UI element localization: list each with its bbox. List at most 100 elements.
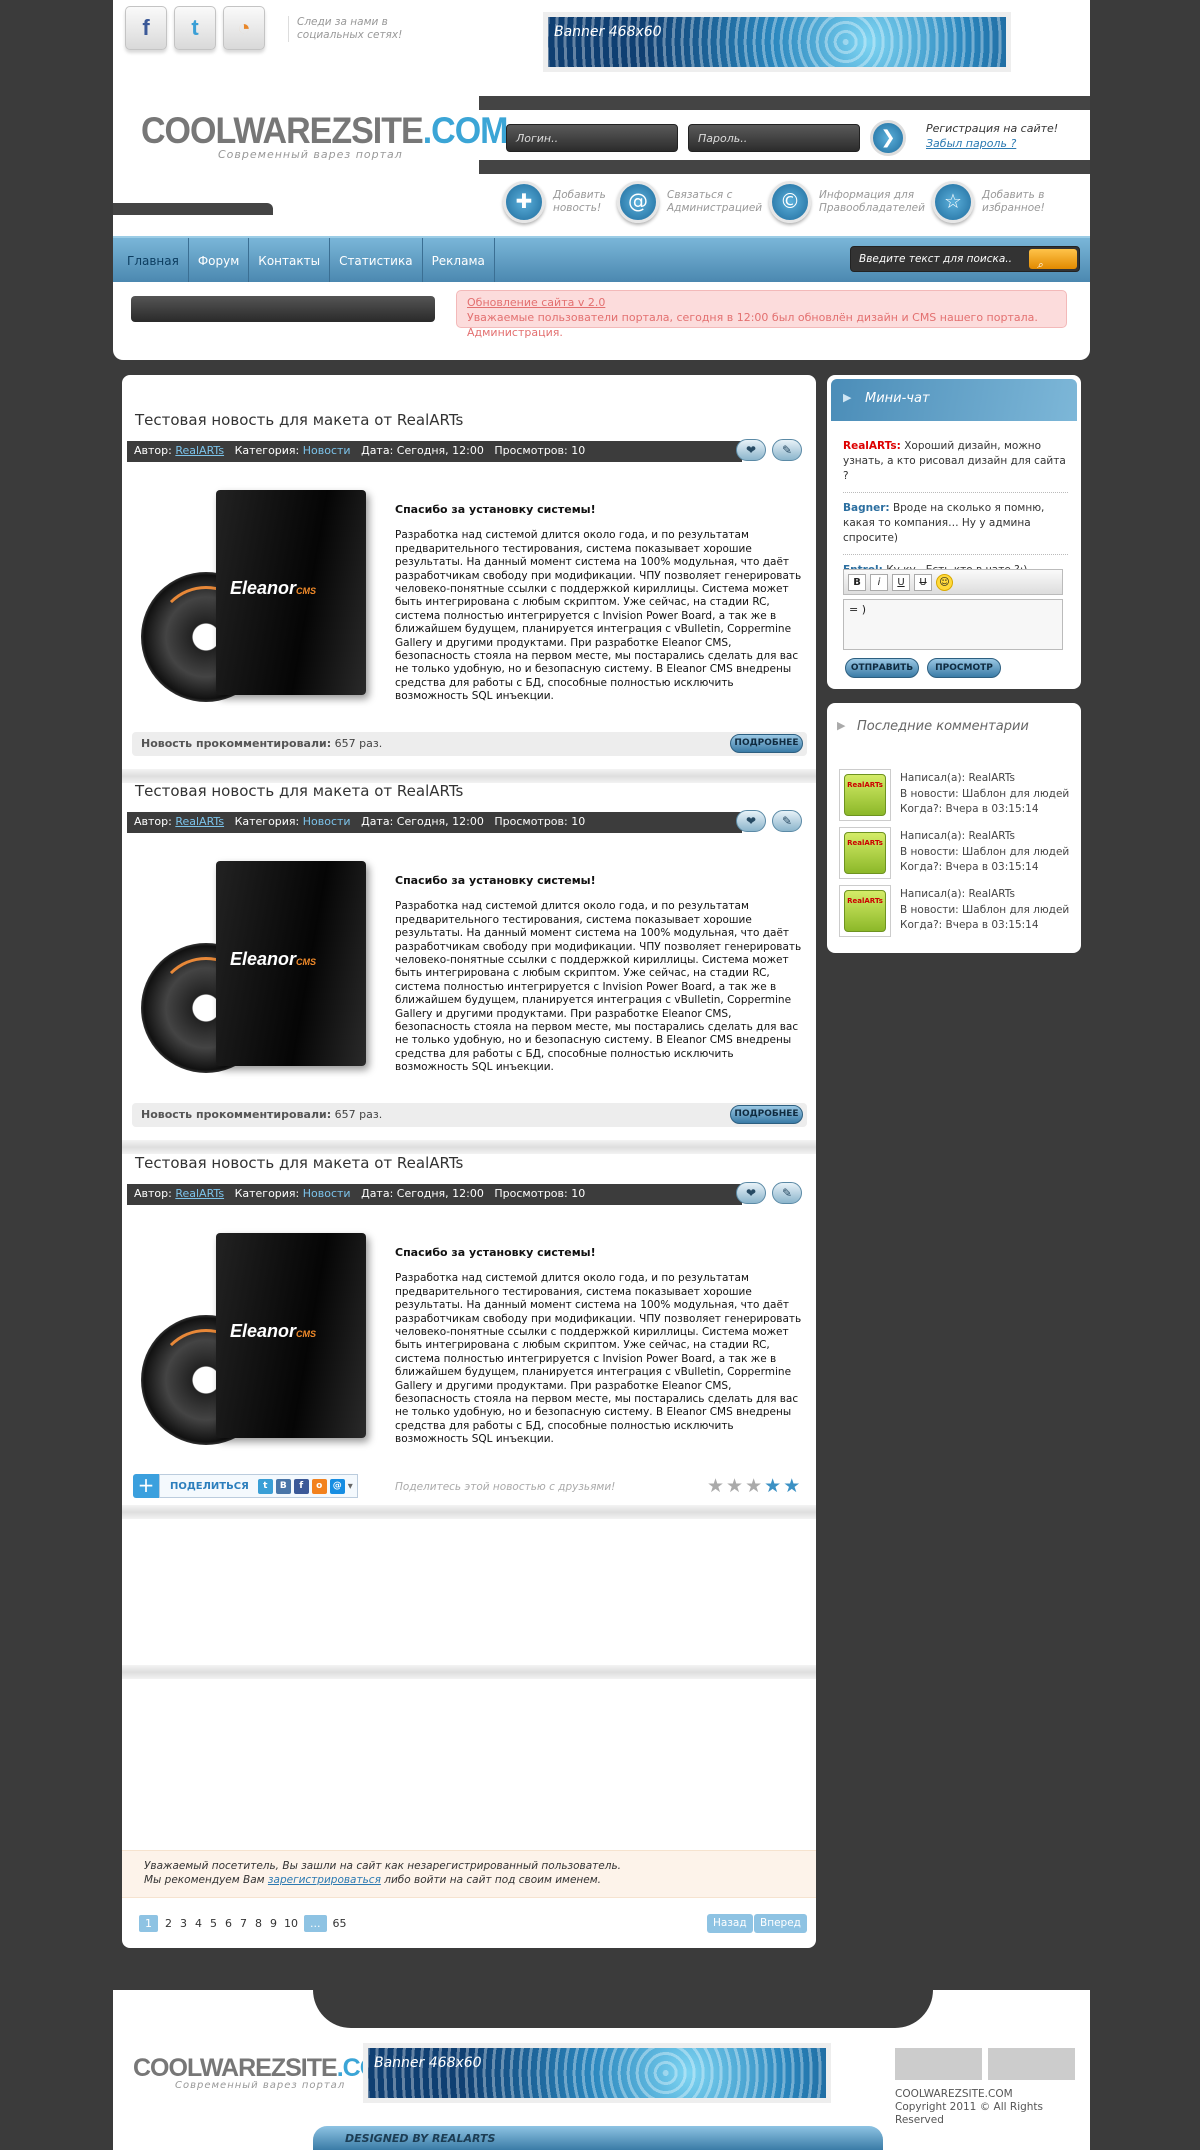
- post-author-link[interactable]: RealARTs: [175, 815, 224, 828]
- footer-logo[interactable]: COOLWAREZSITE.COM: [133, 2054, 399, 2083]
- comment-item[interactable]: RealARTs Написал(а): RealARTs В новости: …: [839, 885, 1075, 937]
- chat-input[interactable]: = ): [843, 599, 1063, 650]
- strikethrough-icon[interactable]: U: [914, 574, 932, 591]
- nav-item-ads[interactable]: Реклама: [423, 238, 495, 284]
- quick-contact-admin[interactable]: @ Связаться с Администрацией: [617, 181, 762, 223]
- mail-icon[interactable]: @: [329, 1478, 345, 1494]
- info-bar: Обновление сайта v 2.0 Уважаемые пользов…: [113, 282, 1090, 344]
- twitter-icon[interactable]: t: [257, 1478, 273, 1494]
- heart-icon: ❤: [745, 443, 757, 457]
- page-link[interactable]: 8: [254, 1917, 263, 1930]
- chat-send-button[interactable]: ОТПРАВИТЬ: [845, 658, 919, 678]
- page-link[interactable]: 4: [194, 1917, 203, 1930]
- star-icon[interactable]: ★: [745, 1475, 762, 1497]
- quick-add-news[interactable]: ✚ Добавить новость!: [503, 181, 613, 223]
- favorite-button[interactable]: ❤: [736, 1182, 766, 1204]
- banner-label: Banner 468x60: [374, 2055, 482, 2071]
- page-link[interactable]: 7: [239, 1917, 248, 1930]
- counter-placeholder[interactable]: [988, 2048, 1075, 2080]
- chevron-down-icon[interactable]: ▾: [348, 1481, 353, 1492]
- star-icon[interactable]: ★: [726, 1475, 743, 1497]
- comment-thumb: RealARTs: [839, 827, 891, 879]
- nav-item-contacts[interactable]: Контакты: [249, 238, 331, 284]
- post-title[interactable]: Тестовая новость для макета от RealARTs: [135, 1154, 463, 1172]
- underline-icon[interactable]: U: [892, 574, 910, 591]
- page-link[interactable]: 10: [284, 1917, 298, 1930]
- password-input[interactable]: Пароль..: [688, 124, 860, 152]
- post-category-link[interactable]: Новости: [303, 1187, 351, 1200]
- guest-line-1: Уважаемый посетитель, Вы зашли на сайт к…: [144, 1860, 621, 1872]
- forgot-password-link[interactable]: Забыл пароль ?: [926, 136, 1058, 151]
- prev-page-button[interactable]: Назад: [707, 1914, 753, 1933]
- page-link-last[interactable]: 65: [333, 1917, 347, 1930]
- facebook-icon[interactable]: f: [125, 6, 167, 50]
- search-box: Введите текст для поиска.. ⌕: [850, 246, 1080, 272]
- login-input[interactable]: Логин..: [506, 124, 678, 152]
- odnoklassniki-icon[interactable]: o: [311, 1478, 327, 1494]
- favorite-button[interactable]: ❤: [736, 439, 766, 461]
- nav-item-home[interactable]: Главная: [113, 238, 189, 284]
- smiley-icon[interactable]: ☺: [936, 574, 953, 591]
- page-link[interactable]: 3: [179, 1917, 188, 1930]
- edit-button[interactable]: ✎: [772, 439, 802, 461]
- facebook-icon[interactable]: f: [293, 1478, 309, 1494]
- share-plus-button[interactable]: +: [133, 1474, 159, 1498]
- post-author-link[interactable]: RealARTs: [175, 444, 224, 457]
- search-input[interactable]: Введите текст для поиска..: [859, 253, 1012, 265]
- login-submit-button[interactable]: ❯: [870, 120, 906, 156]
- comment-news[interactable]: В новости: Шаблон для людей: [900, 903, 1069, 919]
- quick-copyright-info[interactable]: © Информация для Правообладателей: [769, 181, 925, 223]
- read-more-button[interactable]: ПОДРОБНЕЕ: [730, 734, 803, 753]
- quick-add-favorites[interactable]: ☆ Добавить в избранное!: [932, 181, 1052, 223]
- star-icon[interactable]: ★: [783, 1475, 800, 1497]
- share-label[interactable]: ПОДЕЛИТЬСЯ: [164, 1481, 255, 1492]
- italic-icon[interactable]: i: [870, 574, 888, 591]
- search-button[interactable]: ⌕: [1029, 249, 1077, 271]
- footer-banner[interactable]: Banner 468x60: [363, 2043, 831, 2103]
- chat-author[interactable]: RealARTs:: [843, 440, 901, 452]
- designed-by[interactable]: DESIGNED BY REALARTS: [313, 2126, 883, 2150]
- site-logo[interactable]: COOLWAREZSITE.COM: [141, 110, 508, 153]
- nav-item-stats[interactable]: Статистика: [330, 238, 423, 284]
- page-link[interactable]: 2: [164, 1917, 173, 1930]
- star-icon[interactable]: ★: [764, 1475, 781, 1497]
- rating-stars[interactable]: ★ ★ ★ ★ ★: [707, 1475, 800, 1497]
- post-footer: Новость прокомментировали: 657 раз. ПОДР…: [132, 1103, 807, 1127]
- comment-news[interactable]: В новости: Шаблон для людей: [900, 845, 1069, 861]
- bold-icon[interactable]: B: [848, 574, 866, 591]
- register-link[interactable]: Регистрация на сайте!: [926, 122, 1058, 135]
- favorite-button[interactable]: ❤: [736, 810, 766, 832]
- star-icon[interactable]: ★: [707, 1475, 724, 1497]
- counter-placeholder[interactable]: [895, 2048, 982, 2080]
- post-title[interactable]: Тестовая новость для макета от RealARTs: [135, 782, 463, 800]
- comment-item[interactable]: RealARTs Написал(а): RealARTs В новости: …: [839, 827, 1075, 879]
- edit-button[interactable]: ✎: [772, 1182, 802, 1204]
- page-dots[interactable]: ...: [304, 1915, 327, 1932]
- post-category-link[interactable]: Новости: [303, 444, 351, 457]
- vk-icon[interactable]: B: [275, 1478, 291, 1494]
- comment-news[interactable]: В новости: Шаблон для людей: [900, 787, 1069, 803]
- page-link[interactable]: 1: [139, 1915, 158, 1932]
- chat-author[interactable]: Bagner:: [843, 502, 890, 514]
- page-link[interactable]: 6: [224, 1917, 233, 1930]
- read-more-button[interactable]: ПОДРОБНЕЕ: [730, 1105, 803, 1124]
- register-link[interactable]: зарегистрироваться: [268, 1874, 381, 1886]
- header-banner[interactable]: Banner 468x60: [543, 12, 1011, 72]
- page-link[interactable]: 9: [269, 1917, 278, 1930]
- notice-title[interactable]: Обновление сайта v 2.0: [467, 295, 1056, 310]
- post-date: Дата: Сегодня, 12:00: [361, 815, 484, 828]
- plus-icon: ✚: [503, 181, 545, 223]
- edit-button[interactable]: ✎: [772, 810, 802, 832]
- post-title[interactable]: Тестовая новость для макета от RealARTs: [135, 411, 463, 429]
- page-link[interactable]: 5: [209, 1917, 218, 1930]
- post-author-link[interactable]: RealARTs: [175, 1187, 224, 1200]
- twitter-icon[interactable]: t: [174, 6, 216, 50]
- next-page-button[interactable]: Вперед: [754, 1914, 807, 1933]
- post-category-link[interactable]: Новости: [303, 815, 351, 828]
- dark-strip: [131, 296, 435, 322]
- post-date: Дата: Сегодня, 12:00: [361, 444, 484, 457]
- nav-item-forum[interactable]: Форум: [189, 238, 250, 284]
- chat-preview-button[interactable]: ПРОСМОТР: [927, 658, 1001, 678]
- rss-icon[interactable]: ◔: [223, 6, 265, 50]
- comment-item[interactable]: RealARTs Написал(а): RealARTs В новости: …: [839, 769, 1075, 821]
